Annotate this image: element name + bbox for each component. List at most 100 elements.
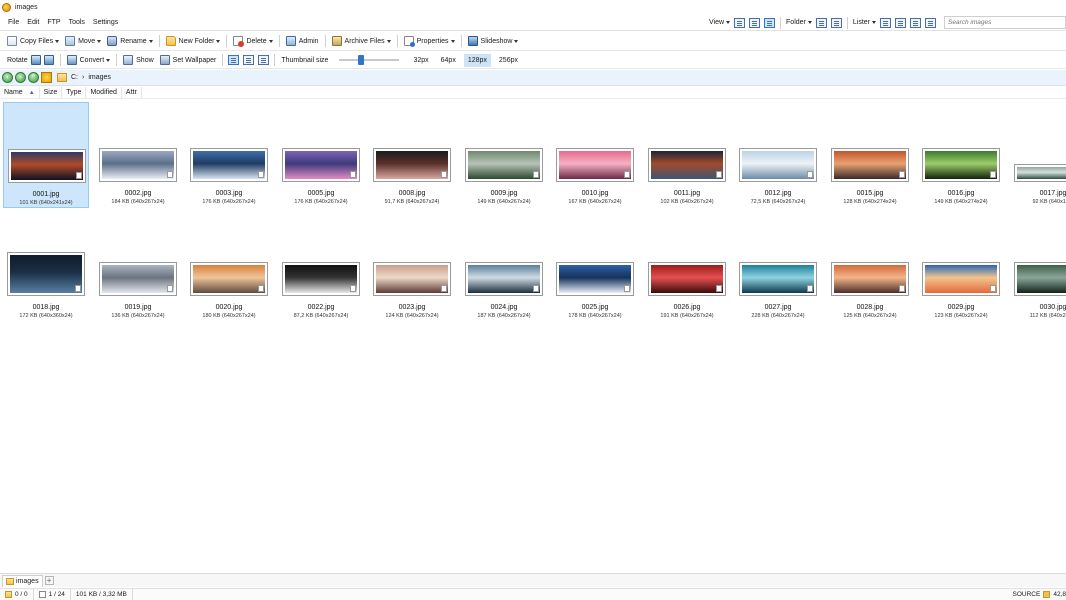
new-folder-button[interactable]: New Folder [163, 33, 224, 50]
file-tile[interactable]: 0009.jpg 149 KB (640x267x24) [461, 102, 547, 208]
delete-button[interactable]: Delete [230, 33, 275, 50]
file-name: 0020.jpg [215, 304, 243, 311]
rotate-left-icon[interactable] [30, 55, 41, 65]
file-tile[interactable]: 0022.jpg 87,2 KB (640x267x24) [278, 216, 364, 322]
file-tile[interactable]: 0015.jpg 128 KB (640x274x24) [827, 102, 913, 208]
thumbnail-frame [373, 262, 451, 296]
file-tile[interactable]: 0020.jpg 180 KB (640x267x24) [186, 216, 272, 322]
thumbnail-frame [99, 148, 177, 182]
status-coord: 42,8 [1053, 591, 1066, 598]
file-tile[interactable]: 0003.jpg 176 KB (640x267x24) [186, 102, 272, 208]
slideshow-button[interactable]: Slideshow [465, 33, 522, 50]
file-tile[interactable]: 0019.jpg 136 KB (640x267x24) [95, 216, 181, 322]
folder-tree-icon[interactable] [815, 17, 827, 28]
lister-single-icon[interactable] [880, 17, 891, 28]
column-size[interactable]: Size [40, 86, 63, 99]
set-wallpaper-button[interactable]: Set Wallpaper [157, 52, 220, 69]
column-type[interactable]: Type [62, 86, 87, 99]
file-name: 0018.jpg [32, 304, 60, 311]
copy-files-label: Copy Files [20, 37, 54, 45]
file-tile[interactable]: 0010.jpg 167 KB (640x267x24) [552, 102, 638, 208]
file-tile[interactable]: 0016.jpg 149 KB (640x274x24) [918, 102, 1004, 208]
file-tile[interactable]: 0026.jpg 191 KB (640x267x24) [644, 216, 730, 322]
menu-edit[interactable]: Edit [23, 14, 43, 31]
delete-label: Delete [246, 37, 267, 45]
view-mode-list-icon[interactable] [749, 17, 761, 28]
file-tile[interactable]: 0017.jpg 92 KB (640x12... [1010, 102, 1066, 208]
menu-ftp[interactable]: FTP [43, 14, 64, 31]
file-name: 0009.jpg [490, 190, 518, 197]
lister-menu-button[interactable]: Lister [853, 19, 876, 26]
file-tile[interactable]: 0018.jpg 172 KB (640x360x24) [3, 216, 89, 322]
folder-menu-button[interactable]: Folder [786, 19, 812, 26]
lister-dual-vertical-icon[interactable] [895, 17, 906, 28]
thumbnail-frame [373, 148, 451, 182]
separator [780, 16, 782, 29]
tab-images[interactable]: images [2, 574, 43, 587]
convert-button[interactable]: Convert [64, 52, 114, 69]
view-mode-details-icon[interactable] [734, 17, 746, 28]
rotate-right-icon[interactable] [43, 55, 54, 65]
size-option-64[interactable]: 64px [437, 54, 460, 67]
thumbnail-size-slider[interactable] [339, 55, 400, 65]
lister-preview-icon[interactable] [925, 17, 936, 28]
image-file-icon [167, 171, 173, 178]
breadcrumb-drive[interactable]: C: [71, 74, 78, 81]
file-tile[interactable]: 0025.jpg 178 KB (640x267x24) [552, 216, 638, 322]
menu-file[interactable]: File [4, 14, 23, 31]
properties-button[interactable]: Properties [401, 33, 458, 50]
file-tile[interactable]: 0023.jpg 124 KB (640x267x24) [369, 216, 455, 322]
separator [226, 35, 228, 47]
folder-options-icon[interactable] [830, 17, 842, 28]
menu-settings[interactable]: Settings [89, 14, 122, 31]
copy-files-button[interactable]: Copy Files [4, 33, 62, 50]
move-button[interactable]: Move [62, 33, 104, 50]
search-input[interactable] [944, 16, 1066, 29]
lister-dual-horizontal-icon[interactable] [910, 17, 921, 28]
file-meta: 136 KB (640x267x24) [111, 313, 165, 319]
thumbnail-fit-icon[interactable] [243, 55, 255, 65]
slider-thumb[interactable] [358, 55, 365, 65]
file-name: 0015.jpg [856, 190, 884, 197]
file-tile[interactable]: 0001.jpg 101 KB (640x241x24) [3, 102, 89, 208]
address-bar: ‹ › ^ C: › images [0, 70, 1066, 86]
image-file-icon [350, 285, 356, 292]
column-attr[interactable]: Attr [122, 86, 142, 99]
view-mode-thumbnails-icon[interactable] [764, 17, 776, 28]
admin-button[interactable]: Admin [283, 33, 322, 50]
thumbnail-details-icon[interactable] [258, 55, 270, 65]
thumbnail-image [376, 151, 448, 179]
file-tile[interactable]: 0011.jpg 102 KB (640x267x24) [644, 102, 730, 208]
rotate-button[interactable]: Rotate [4, 52, 31, 69]
size-option-256[interactable]: 256px [495, 54, 522, 67]
size-option-32[interactable]: 32px [409, 54, 432, 67]
column-modified[interactable]: Modified [86, 86, 122, 99]
file-tile[interactable]: 0029.jpg 123 KB (640x267x24) [918, 216, 1004, 322]
show-button[interactable]: Show [120, 52, 157, 69]
file-meta: 92 KB (640x12... [1032, 199, 1066, 205]
file-tile[interactable]: 0005.jpg 176 KB (640x267x24) [278, 102, 364, 208]
file-meta: 187 KB (640x267x24) [477, 313, 531, 319]
column-name[interactable]: Name ▲ [0, 86, 40, 99]
file-tile[interactable]: 0027.jpg 228 KB (640x267x24) [735, 216, 821, 322]
menu-tools[interactable]: Tools [65, 14, 89, 31]
file-tile[interactable]: 0008.jpg 91,7 KB (640x267x24) [369, 102, 455, 208]
breadcrumb-folder[interactable]: images [88, 74, 111, 81]
file-tile[interactable]: 0002.jpg 184 KB (640x267x24) [95, 102, 181, 208]
forward-icon[interactable]: › [15, 72, 26, 83]
file-tile[interactable]: 0028.jpg 125 KB (640x267x24) [827, 216, 913, 322]
back-icon[interactable]: ‹ [2, 72, 13, 83]
file-tile[interactable]: 0024.jpg 187 KB (640x267x24) [461, 216, 547, 322]
view-menu-button[interactable]: View [709, 19, 731, 26]
favorites-icon[interactable] [41, 72, 52, 83]
add-tab-button[interactable]: + [44, 576, 54, 585]
archive-files-button[interactable]: Archive Files [329, 33, 394, 50]
file-tile[interactable]: 0030.jpg 112 KB (640x267... [1010, 216, 1066, 322]
thumbnail-size-label: Thumbnail size [281, 56, 329, 64]
file-tile[interactable]: 0012.jpg 72,5 KB (640x267x24) [735, 102, 821, 208]
rename-button[interactable]: Rename [104, 33, 155, 50]
lister-label: Lister [852, 19, 870, 26]
thumbnail-mode-icon[interactable] [228, 55, 240, 65]
up-icon[interactable]: ^ [28, 72, 39, 83]
size-option-128[interactable]: 128px [463, 53, 491, 67]
